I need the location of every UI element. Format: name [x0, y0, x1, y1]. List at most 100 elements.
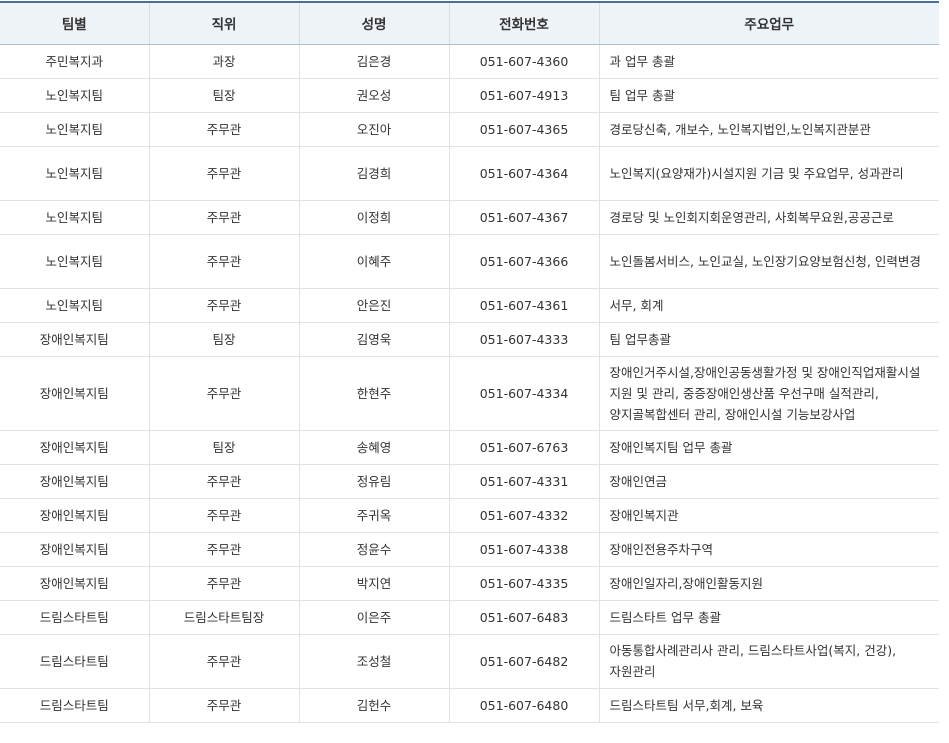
phone-cell: 051-607-4366 [448, 234, 599, 289]
table-row: 드림스타트팀 주무관 김헌수 051-607-6480 드림스타트팀 서무,회계… [0, 688, 939, 723]
position-cell: 주무관 [148, 288, 299, 323]
duty-cell: 장애인거주시설,장애인공동생활가정 및 장애인직업재활시설 지원 및 관리, 중… [598, 356, 939, 431]
duty-cell: 장애인복지관 [598, 498, 939, 533]
duty-cell: 장애인복지팀 업무 총괄 [598, 430, 939, 465]
position-cell: 과장 [148, 44, 299, 79]
position-cell: 주무관 [148, 356, 299, 431]
team-cell: 장애인복지팀 [0, 498, 149, 533]
team-cell: 노인복지팀 [0, 200, 149, 235]
table-row: 노인복지팀 주무관 이혜주 051-607-4366 노인돌봄서비스, 노인교실… [0, 234, 939, 289]
name-cell: 정유림 [298, 464, 449, 499]
name-cell: 한현주 [298, 356, 449, 431]
phone-cell: 051-607-4913 [448, 78, 599, 113]
team-cell: 노인복지팀 [0, 78, 149, 113]
duty-cell: 팀 업무 총괄 [598, 78, 939, 113]
position-cell: 드림스타트팀장 [148, 600, 299, 635]
duty-cell: 노인복지(요양재가)시설지원 기금 및 주요업무, 성과관리 [598, 146, 939, 201]
phone-cell: 051-607-4333 [448, 322, 599, 357]
position-cell: 주무관 [148, 200, 299, 235]
phone-cell: 051-607-6482 [448, 634, 599, 689]
position-cell: 주무관 [148, 498, 299, 533]
position-cell: 주무관 [148, 112, 299, 147]
phone-cell: 051-607-4332 [448, 498, 599, 533]
team-cell: 장애인복지팀 [0, 566, 149, 601]
table-row: 장애인복지팀 주무관 정유림 051-607-4331 장애인연금 [0, 464, 939, 499]
header-row: 팀별 직위 성명 전화번호 주요업무 [0, 1, 939, 45]
duty-cell: 아동통합사례관리사 관리, 드림스타트사업(복지, 건강), 자원관리 [598, 634, 939, 689]
table-row: 장애인복지팀 주무관 박지연 051-607-4335 장애인일자리,장애인활동… [0, 566, 939, 601]
team-cell: 노인복지팀 [0, 234, 149, 289]
duty-cell: 드림스타트팀 서무,회계, 보육 [598, 688, 939, 723]
name-cell: 김은경 [298, 44, 449, 79]
team-cell: 장애인복지팀 [0, 430, 149, 465]
duty-cell: 드림스타트 업무 총괄 [598, 600, 939, 635]
phone-cell: 051-607-4367 [448, 200, 599, 235]
name-cell: 이혜주 [298, 234, 449, 289]
position-cell: 주무관 [148, 688, 299, 723]
table-row: 장애인복지팀 주무관 한현주 051-607-4334 장애인거주시설,장애인공… [0, 356, 939, 431]
column-header-position: 직위 [148, 1, 299, 45]
team-cell: 장애인복지팀 [0, 464, 149, 499]
phone-cell: 051-607-4364 [448, 146, 599, 201]
duty-cell: 경로당 및 노인회지회운영관리, 사회복무요원,공공근로 [598, 200, 939, 235]
team-cell: 주민복지과 [0, 44, 149, 79]
name-cell: 조성철 [298, 634, 449, 689]
duty-cell: 장애인일자리,장애인활동지원 [598, 566, 939, 601]
duty-cell: 장애인전용주차구역 [598, 532, 939, 567]
position-cell: 주무관 [148, 532, 299, 567]
phone-cell: 051-607-4365 [448, 112, 599, 147]
position-cell: 주무관 [148, 464, 299, 499]
column-header-phone: 전화번호 [448, 1, 599, 45]
name-cell: 정윤수 [298, 532, 449, 567]
position-cell: 주무관 [148, 146, 299, 201]
table-row: 주민복지과 과장 김은경 051-607-4360 과 업무 총괄 [0, 44, 939, 79]
table-row: 드림스타트팀 주무관 조성철 051-607-6482 아동통합사례관리사 관리… [0, 634, 939, 689]
position-cell: 팀장 [148, 322, 299, 357]
staff-directory: 팀별 직위 성명 전화번호 주요업무 주민복지과 과장 김은경 051-607-… [0, 0, 939, 723]
phone-cell: 051-607-6483 [448, 600, 599, 635]
phone-cell: 051-607-4360 [448, 44, 599, 79]
name-cell: 이은주 [298, 600, 449, 635]
table-row: 장애인복지팀 팀장 송혜영 051-607-6763 장애인복지팀 업무 총괄 [0, 430, 939, 465]
table-header: 팀별 직위 성명 전화번호 주요업무 [0, 1, 939, 45]
phone-cell: 051-607-4335 [448, 566, 599, 601]
table-row: 노인복지팀 주무관 이정희 051-607-4367 경로당 및 노인회지회운영… [0, 200, 939, 235]
position-cell: 주무관 [148, 566, 299, 601]
phone-cell: 051-607-4361 [448, 288, 599, 323]
name-cell: 권오성 [298, 78, 449, 113]
table-row: 장애인복지팀 주무관 주귀옥 051-607-4332 장애인복지관 [0, 498, 939, 533]
table-row: 노인복지팀 팀장 권오성 051-607-4913 팀 업무 총괄 [0, 78, 939, 113]
team-cell: 장애인복지팀 [0, 532, 149, 567]
name-cell: 박지연 [298, 566, 449, 601]
column-header-name: 성명 [298, 1, 449, 45]
team-cell: 드림스타트팀 [0, 600, 149, 635]
table-row: 노인복지팀 주무관 오진아 051-607-4365 경로당신축, 개보수, 노… [0, 112, 939, 147]
name-cell: 김영욱 [298, 322, 449, 357]
phone-cell: 051-607-6480 [448, 688, 599, 723]
name-cell: 김경희 [298, 146, 449, 201]
name-cell: 안은진 [298, 288, 449, 323]
phone-cell: 051-607-4338 [448, 532, 599, 567]
name-cell: 이정희 [298, 200, 449, 235]
position-cell: 팀장 [148, 430, 299, 465]
duty-cell: 노인돌봄서비스, 노인교실, 노인장기요양보험신청, 인력변경 [598, 234, 939, 289]
position-cell: 주무관 [148, 234, 299, 289]
name-cell: 김헌수 [298, 688, 449, 723]
team-cell: 노인복지팀 [0, 146, 149, 201]
team-cell: 장애인복지팀 [0, 356, 149, 431]
name-cell: 오진아 [298, 112, 449, 147]
name-cell: 주귀옥 [298, 498, 449, 533]
duty-cell: 팀 업무총괄 [598, 322, 939, 357]
team-cell: 노인복지팀 [0, 112, 149, 147]
table-body: 주민복지과 과장 김은경 051-607-4360 과 업무 총괄 노인복지팀 … [0, 44, 939, 723]
table-row: 노인복지팀 주무관 안은진 051-607-4361 서무, 회계 [0, 288, 939, 323]
table-row: 노인복지팀 주무관 김경희 051-607-4364 노인복지(요양재가)시설지… [0, 146, 939, 201]
duty-cell: 과 업무 총괄 [598, 44, 939, 79]
phone-cell: 051-607-4331 [448, 464, 599, 499]
column-header-team: 팀별 [0, 1, 149, 45]
team-cell: 장애인복지팀 [0, 322, 149, 357]
team-cell: 드림스타트팀 [0, 634, 149, 689]
duty-cell: 서무, 회계 [598, 288, 939, 323]
phone-cell: 051-607-6763 [448, 430, 599, 465]
duty-cell: 경로당신축, 개보수, 노인복지법인,노인복지관분관 [598, 112, 939, 147]
